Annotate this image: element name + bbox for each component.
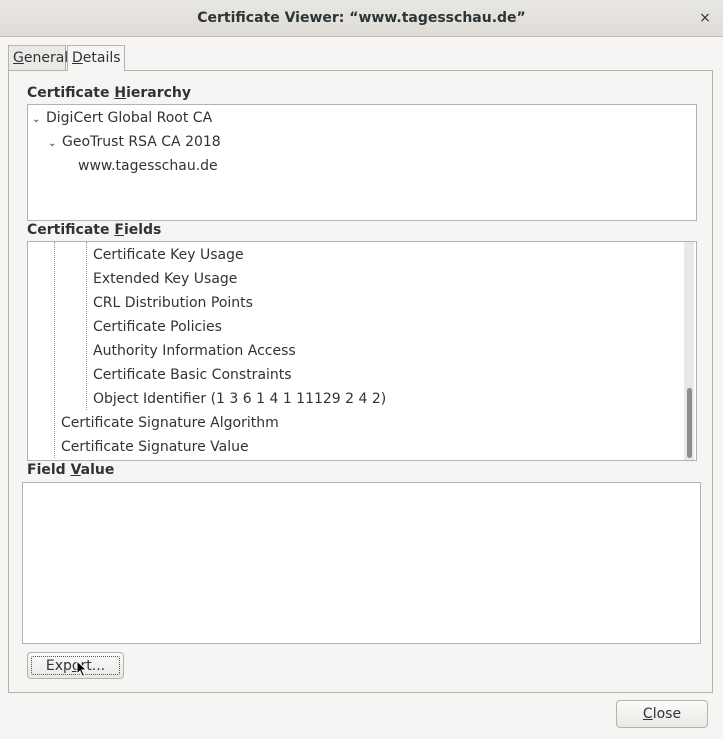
- tree-item-label: GeoTrust RSA CA 2018: [62, 134, 221, 150]
- fields-heading-post: ields: [123, 222, 162, 238]
- mouse-pointer-icon: [76, 660, 88, 678]
- tab-general-mnemonic: G: [13, 50, 24, 66]
- fields-scrollbar[interactable]: [684, 242, 694, 460]
- field-value-heading: Field Value: [27, 462, 114, 478]
- tab-general[interactable]: General: [8, 45, 69, 70]
- window-title: Certificate Viewer: “www.tagesschau.de”: [197, 10, 526, 26]
- fields-scroll-thumb[interactable]: [687, 388, 692, 458]
- field-item[interactable]: Certificate Basic Constraints: [93, 363, 292, 387]
- field-item[interactable]: Certificate Policies: [93, 315, 222, 339]
- close-label-mnemonic: C: [642, 706, 653, 722]
- field-item[interactable]: Authority Information Access: [93, 339, 296, 363]
- chevron-down-icon[interactable]: ⌄: [32, 108, 46, 132]
- close-button[interactable]: Close: [616, 700, 708, 728]
- chevron-down-icon[interactable]: ⌄: [48, 132, 62, 156]
- field-item[interactable]: Certificate Signature Value: [61, 435, 249, 459]
- tree-item-label: www.tagesschau.de: [78, 158, 218, 174]
- title-bar: Certificate Viewer: “www.tagesschau.de” …: [0, 0, 723, 37]
- hierarchy-heading-post: ierarchy: [126, 85, 192, 101]
- hierarchy-heading-mnemonic: H: [114, 85, 127, 101]
- fields-tree[interactable]: Certificate Key Usage Extended Key Usage…: [27, 241, 697, 461]
- tree-guide-line: [86, 242, 87, 410]
- close-label-post: lose: [652, 706, 682, 722]
- fields-heading: Certificate Fields: [27, 222, 161, 238]
- window-close-icon[interactable]: ×: [695, 8, 715, 28]
- field-item[interactable]: Certificate Key Usage: [93, 243, 244, 267]
- field-item[interactable]: CRL Distribution Points: [93, 291, 253, 315]
- export-label-pre: Exp: [45, 658, 72, 674]
- field-value-text[interactable]: [22, 482, 701, 644]
- tab-details[interactable]: Details: [67, 45, 125, 71]
- tree-item-label: DigiCert Global Root CA: [46, 110, 213, 126]
- tab-details-mnemonic: D: [72, 50, 83, 66]
- tree-item-intermediate[interactable]: ⌄ GeoTrust RSA CA 2018: [48, 130, 221, 154]
- tree-guide-line: [54, 242, 55, 458]
- field-item[interactable]: Object Identifier (1 3 6 1 4 1 11129 2 4…: [93, 387, 386, 411]
- field-item[interactable]: Certificate Signature Algorithm: [61, 411, 279, 435]
- field-value-heading-post: alue: [80, 462, 115, 478]
- field-item[interactable]: Extended Key Usage: [93, 267, 237, 291]
- tab-general-label: eneral: [23, 50, 69, 66]
- details-panel: Certificate Hierarchy ⌄ DigiCert Global R…: [8, 70, 713, 693]
- fields-heading-pre: Certificate: [27, 222, 115, 238]
- hierarchy-heading: Certificate Hierarchy: [27, 85, 191, 101]
- tree-item-leaf[interactable]: www.tagesschau.de: [78, 154, 218, 178]
- field-value-heading-mnemonic: V: [70, 462, 81, 478]
- field-value-heading-pre: Field: [27, 462, 71, 478]
- hierarchy-tree[interactable]: ⌄ DigiCert Global Root CA ⌄ GeoTrust RSA C…: [27, 104, 697, 221]
- tab-details-label: etails: [82, 50, 121, 66]
- tree-item-root[interactable]: ⌄ DigiCert Global Root CA: [32, 106, 212, 130]
- fields-heading-mnemonic: F: [114, 222, 124, 238]
- hierarchy-heading-pre: Certificate: [27, 85, 115, 101]
